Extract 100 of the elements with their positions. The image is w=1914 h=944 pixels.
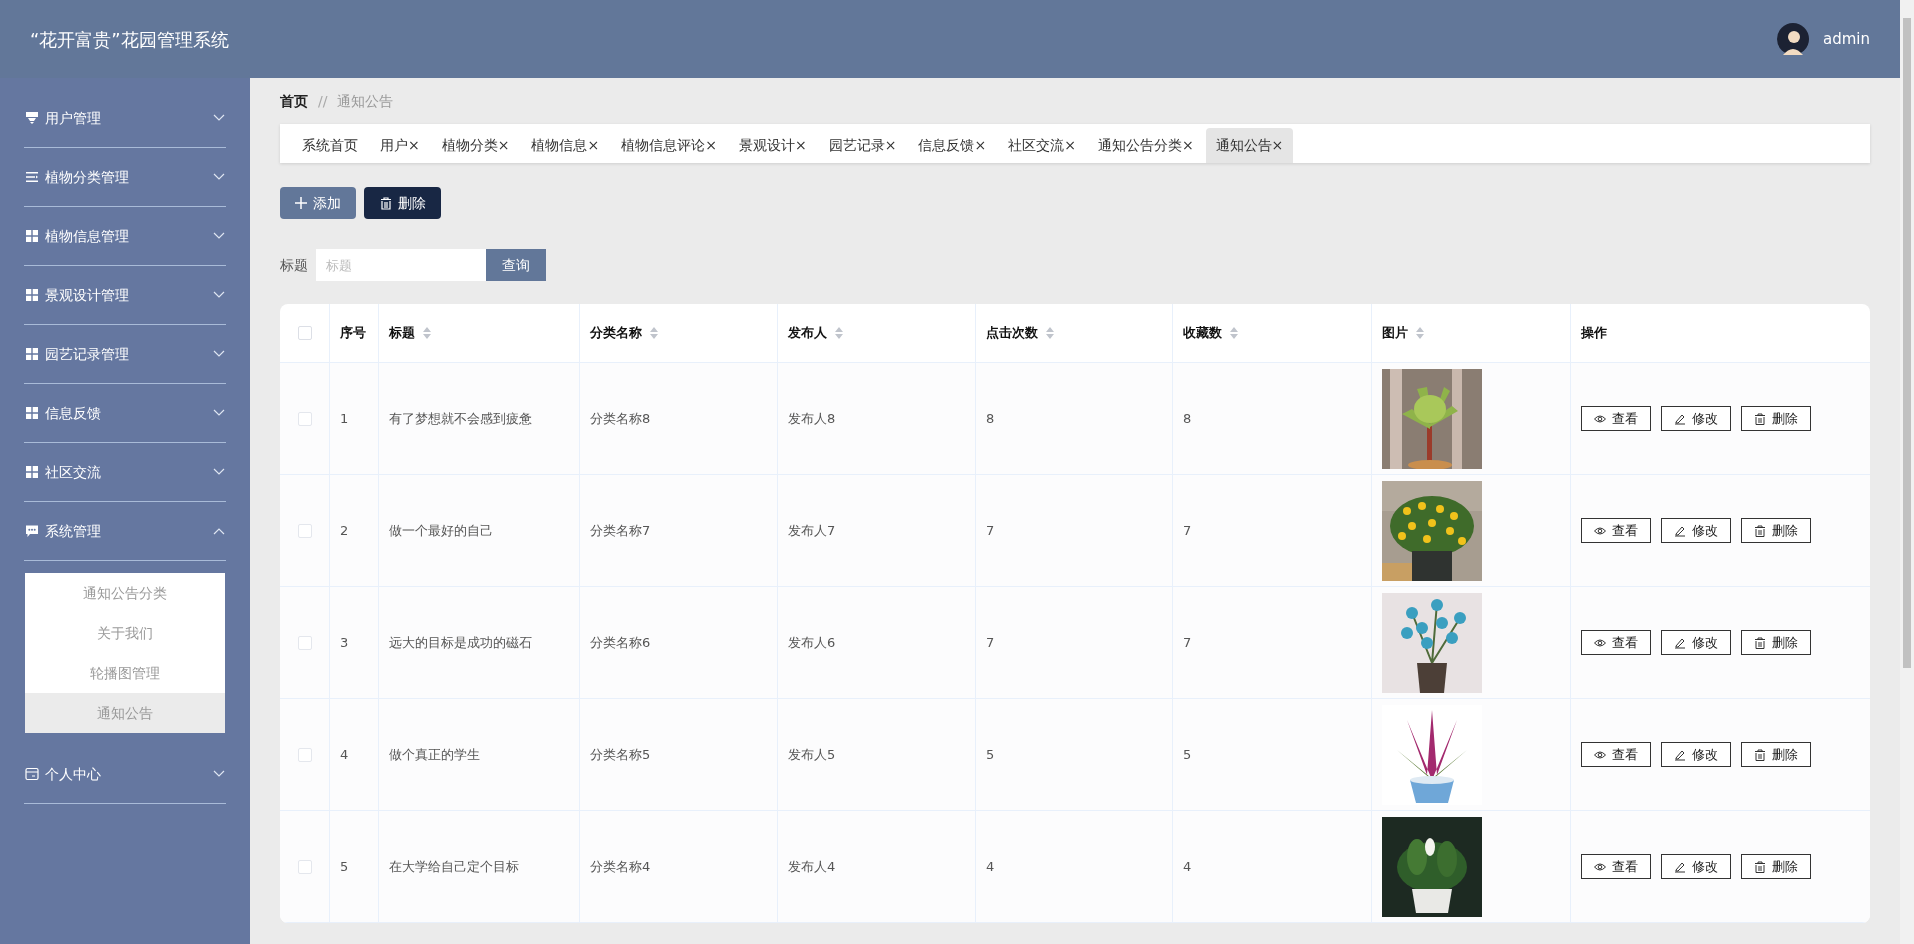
- sort-icon[interactable]: [1230, 327, 1238, 339]
- grid-icon: [25, 406, 39, 420]
- table-cell-text: 分类名称8: [590, 409, 651, 428]
- row-action-button[interactable]: 删除: [1741, 742, 1811, 767]
- delete-button[interactable]: 删除: [364, 187, 441, 219]
- table-cell-text: 做一个最好的自己: [389, 521, 493, 540]
- tab[interactable]: 通知公告×: [1205, 128, 1294, 163]
- row-action-button[interactable]: 查看: [1581, 518, 1651, 543]
- chevron-down-icon: [213, 409, 225, 417]
- row-action-button[interactable]: 查看: [1581, 630, 1651, 655]
- sort-icon[interactable]: [835, 327, 843, 339]
- breadcrumb-current: 通知公告: [337, 91, 394, 111]
- sort-icon[interactable]: [1046, 327, 1054, 339]
- row-action-button[interactable]: 修改: [1661, 406, 1731, 431]
- avatar-icon[interactable]: [1777, 23, 1809, 55]
- row-action-button[interactable]: 修改: [1661, 854, 1731, 879]
- row-checkbox[interactable]: [297, 523, 312, 538]
- column-header: 点击次数: [986, 324, 1038, 343]
- trash-icon: [1754, 748, 1766, 761]
- funnel-icon: [25, 111, 39, 125]
- table-cell-text: 分类名称4: [590, 857, 651, 876]
- table-cell-text: 发布人5: [788, 745, 836, 764]
- sort-icon[interactable]: [423, 327, 431, 339]
- breadcrumb-home[interactable]: 首页: [280, 90, 308, 112]
- row-action-button[interactable]: 修改: [1661, 630, 1731, 655]
- sidebar-menu-item[interactable]: 社区交流: [24, 443, 226, 502]
- table-cell-text: 发布人6: [788, 633, 836, 652]
- close-icon[interactable]: ×: [587, 135, 600, 156]
- row-action-button[interactable]: 查看: [1581, 854, 1651, 879]
- row-action-button[interactable]: 查看: [1581, 742, 1651, 767]
- close-icon[interactable]: ×: [1271, 135, 1284, 156]
- table-cell-text: 7: [986, 633, 995, 652]
- close-icon[interactable]: ×: [794, 135, 807, 156]
- chevron-down-icon: [213, 468, 225, 476]
- chevron-down-icon: [213, 173, 225, 181]
- row-action-button[interactable]: 删除: [1741, 518, 1811, 543]
- sidebar-menu-item[interactable]: 信息反馈: [24, 384, 226, 443]
- column-header: 序号: [340, 324, 366, 343]
- chat-icon: [25, 524, 39, 538]
- close-icon[interactable]: ×: [974, 135, 987, 156]
- close-icon[interactable]: ×: [1064, 135, 1076, 156]
- table-cell-text: 2: [340, 521, 349, 540]
- table-cell-text: 8: [986, 409, 995, 428]
- search-label: 标题: [280, 255, 308, 275]
- close-icon[interactable]: ×: [884, 135, 897, 156]
- list-icon: [25, 170, 39, 184]
- column-header: 发布人: [788, 324, 827, 343]
- close-icon[interactable]: ×: [497, 135, 510, 156]
- table-cell-text: 5: [340, 857, 349, 876]
- sidebar-menu-item[interactable]: 植物信息管理: [24, 207, 226, 266]
- trash-icon: [1754, 860, 1766, 873]
- row-action-button[interactable]: 修改: [1661, 742, 1731, 767]
- select-all-checkbox[interactable]: [297, 326, 312, 340]
- column-header: 分类名称: [590, 324, 642, 343]
- sidebar-menu-item[interactable]: 个人中心: [24, 745, 226, 804]
- row-action-button[interactable]: 查看: [1581, 406, 1651, 431]
- column-header: 操作: [1581, 324, 1607, 343]
- row-checkbox[interactable]: [297, 411, 312, 426]
- row-checkbox[interactable]: [297, 635, 312, 650]
- grid-icon: [25, 288, 39, 302]
- eye-icon: [1594, 524, 1606, 537]
- trash-icon: [379, 196, 392, 210]
- add-button[interactable]: 添加: [280, 187, 356, 219]
- table-cell-text: 有了梦想就不会感到疲惫: [389, 409, 532, 428]
- close-icon[interactable]: ×: [408, 135, 420, 156]
- sidebar-menu-item[interactable]: 植物分类管理: [24, 148, 226, 207]
- sort-icon[interactable]: [1416, 327, 1424, 339]
- row-action-button[interactable]: 删除: [1741, 854, 1811, 879]
- column-header: 标题: [389, 324, 415, 343]
- trash-icon: [1754, 524, 1766, 537]
- sidebar-menu-item[interactable]: 用户管理: [24, 89, 226, 148]
- row-action-button[interactable]: 修改: [1661, 518, 1731, 543]
- pencil-icon: [1674, 636, 1686, 649]
- eye-icon: [1594, 748, 1606, 761]
- table-cell-text: 发布人8: [788, 409, 836, 428]
- row-checkbox[interactable]: [297, 747, 312, 762]
- table-cell-text: 1: [340, 409, 349, 428]
- row-action-button[interactable]: 删除: [1741, 630, 1811, 655]
- row-checkbox[interactable]: [297, 859, 312, 874]
- table-cell-text: 7: [986, 521, 995, 540]
- sidebar-menu-item[interactable]: 景观设计管理: [24, 266, 226, 325]
- table-cell-text: 4: [986, 857, 995, 876]
- close-icon[interactable]: ×: [1181, 135, 1194, 156]
- sidebar-menu-item[interactable]: 园艺记录管理: [24, 325, 226, 384]
- query-button[interactable]: 查询: [486, 249, 546, 281]
- grid-icon: [25, 465, 39, 479]
- eye-icon: [1594, 636, 1606, 649]
- table-cell-text: 分类名称5: [590, 745, 651, 764]
- sort-icon[interactable]: [650, 327, 658, 339]
- user-name[interactable]: admin: [1823, 27, 1870, 51]
- eye-icon: [1594, 412, 1606, 425]
- trash-icon: [1754, 636, 1766, 649]
- column-header: 图片: [1382, 324, 1408, 343]
- sidebar-menu-item[interactable]: 系统管理: [24, 502, 226, 561]
- pencil-icon: [1674, 412, 1686, 425]
- close-icon[interactable]: ×: [705, 135, 717, 156]
- row-action-button[interactable]: 删除: [1741, 406, 1811, 431]
- table-cell-text: 5: [986, 745, 995, 764]
- scrollbar[interactable]: [1900, 0, 1914, 944]
- title-search-field[interactable]: 标题: [316, 249, 486, 281]
